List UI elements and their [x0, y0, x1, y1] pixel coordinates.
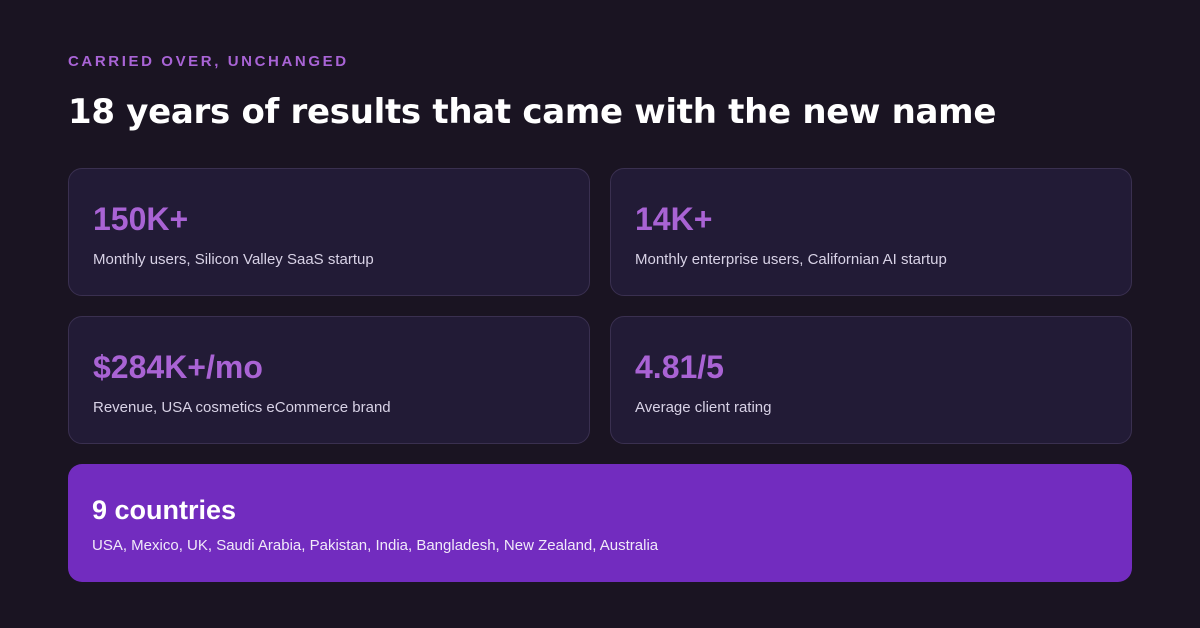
countries-card: 9 countries USA, Mexico, UK, Saudi Arabi… — [68, 464, 1132, 582]
stat-label: Monthly enterprise users, Californian AI… — [635, 251, 947, 268]
stat-card-monthly-users: 150K+ Monthly users, Silicon Valley SaaS… — [68, 168, 590, 296]
countries-value: 9 countries — [92, 495, 237, 525]
section-title: 18 years of results that came with the n… — [68, 92, 997, 132]
stat-label: Monthly users, Silicon Valley SaaS start… — [93, 251, 374, 268]
stat-label: Average client rating — [635, 399, 772, 416]
stat-value: 14K+ — [635, 201, 713, 237]
stat-value: 150K+ — [93, 201, 189, 237]
stat-value: 4.81/5 — [635, 349, 724, 385]
stat-card-client-rating: 4.81/5 Average client rating — [610, 316, 1132, 444]
section-eyebrow: CARRIED OVER, UNCHANGED — [68, 53, 349, 70]
countries-list: USA, Mexico, UK, Saudi Arabia, Pakistan,… — [92, 537, 659, 554]
stat-value: $284K+/mo — [93, 349, 263, 385]
stat-card-enterprise-users: 14K+ Monthly enterprise users, Californi… — [610, 168, 1132, 296]
stat-label: Revenue, USA cosmetics eCommerce brand — [93, 399, 391, 416]
stat-card-revenue: $284K+/mo Revenue, USA cosmetics eCommer… — [68, 316, 590, 444]
